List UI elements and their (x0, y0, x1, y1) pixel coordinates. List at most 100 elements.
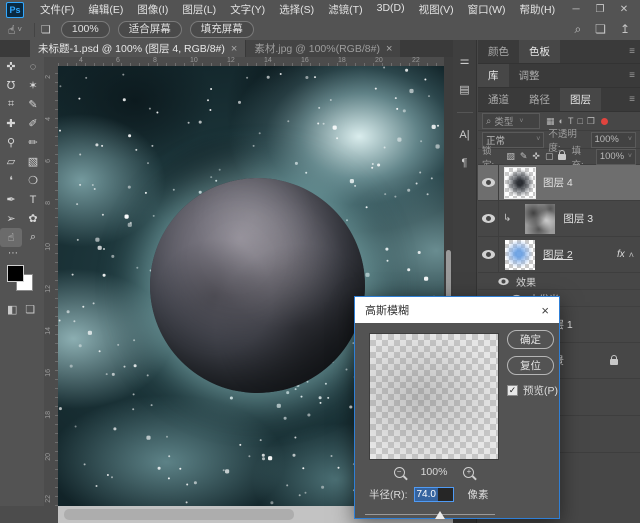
menu-item-0[interactable]: 文件(F) (34, 2, 80, 17)
properties-panel-icon[interactable]: ⚌ (460, 54, 470, 67)
preview-checkbox[interactable]: ✓ (507, 385, 518, 396)
radius-slider[interactable] (365, 511, 495, 519)
eye-icon[interactable] (482, 250, 495, 259)
close-icon[interactable]: × (541, 303, 549, 318)
visibility-cell[interactable] (478, 165, 499, 200)
zoom-out-icon[interactable]: − (394, 467, 405, 478)
info-panel-icon[interactable]: ▤ (459, 83, 469, 96)
panel-menu-icon[interactable]: ≡ (629, 94, 640, 105)
menu-item-3[interactable]: 图层(L) (176, 2, 222, 17)
share-icon[interactable]: ↥ (620, 22, 630, 37)
tab-adjustments[interactable]: 调整 (509, 64, 550, 87)
clone-stamp-tool[interactable]: ⚲ (0, 133, 22, 152)
close-tab-icon[interactable]: × (386, 43, 392, 55)
zoom-in-icon[interactable]: + (463, 467, 474, 478)
lock-all-icon[interactable] (558, 154, 566, 160)
document-tab-untitled[interactable]: 未标题-1.psd @ 100% (图层 4, RGB/8#) × (30, 40, 245, 57)
menu-item-2[interactable]: 图像(I) (131, 2, 174, 17)
eyedropper-tool[interactable]: ✎ (22, 95, 44, 114)
slider-thumb[interactable] (435, 511, 445, 519)
character-panel-icon[interactable]: A| (459, 129, 469, 141)
tab-paths[interactable]: 路径 (519, 88, 560, 111)
quick-mask-icon[interactable]: ◧ (7, 303, 17, 316)
layer-row-图层 3[interactable]: ↳图层 3 (478, 201, 640, 237)
layer-row-图层 4[interactable]: 图层 4 (478, 165, 640, 201)
path-select-tool[interactable]: ➢ (0, 209, 22, 228)
layer-thumbnail[interactable] (525, 204, 555, 234)
visibility-cell[interactable] (478, 237, 499, 272)
lock-position-icon[interactable]: ✜ (532, 151, 540, 162)
layer-filter-type-select[interactable]: ⌕ 类型 ˅ (482, 113, 540, 129)
tab-color[interactable]: 颜色 (478, 40, 519, 63)
menu-item-4[interactable]: 文字(Y) (224, 2, 271, 17)
lasso-tool[interactable]: ℧ (0, 76, 22, 95)
layer-row-图层 2[interactable]: 图层 2 fx ˄ (478, 237, 640, 273)
zoom-100-button[interactable]: 100% (61, 21, 110, 38)
zoom-tool[interactable]: ⌕ (22, 228, 44, 247)
tool-preset-caret-icon[interactable]: ˅ (17, 25, 22, 34)
tab-swatches[interactable]: 色板 (519, 40, 560, 63)
menu-item-7[interactable]: 3D(D) (371, 2, 411, 17)
brush-tool[interactable]: ✐ (22, 114, 44, 133)
horizontal-scrollbar-thumb[interactable] (64, 509, 294, 520)
blur-preview-box[interactable] (369, 333, 499, 460)
type-tool[interactable]: T (22, 190, 44, 209)
magic-wand-tool[interactable]: ✶ (22, 76, 44, 95)
menu-item-1[interactable]: 编辑(E) (82, 2, 129, 17)
effect-row-效果[interactable]: 效果 (478, 273, 640, 290)
foreground-color-swatch[interactable] (7, 265, 24, 282)
menu-item-10[interactable]: 帮助(H) (514, 2, 562, 17)
blur-tool[interactable]: ❛ (0, 171, 22, 190)
screen-mode-icon[interactable]: ❏ (25, 303, 35, 316)
maximize-button[interactable]: ❐ (590, 4, 610, 15)
layer-thumbnail[interactable] (505, 168, 535, 198)
gradient-tool[interactable]: ▧ (22, 152, 44, 171)
paragraph-panel-icon[interactable]: ¶ (462, 157, 468, 169)
menu-item-5[interactable]: 选择(S) (273, 2, 320, 17)
hand-tool[interactable]: ☝ (0, 228, 22, 247)
layer-name[interactable]: 图层 4 (543, 175, 573, 190)
layer-name[interactable]: 图层 3 (563, 211, 593, 226)
dialog-title-bar[interactable]: 高斯模糊 × (355, 297, 559, 323)
scroll-all-windows-icon[interactable]: ❏ (41, 23, 51, 36)
panel-menu-icon[interactable]: ≡ (629, 70, 640, 81)
marquee-tool[interactable]: ◌ (22, 57, 44, 76)
reset-button[interactable]: 复位 (507, 356, 554, 375)
opacity-select[interactable]: 100% ˅ (591, 132, 637, 148)
collapse-effects-icon[interactable]: ˄ (629, 250, 634, 260)
lock-transparent-icon[interactable]: ▨ (506, 151, 515, 162)
ok-button[interactable]: 确定 (507, 330, 554, 349)
layer-name[interactable]: 图层 2 (543, 247, 573, 262)
eye-icon[interactable] (498, 277, 508, 284)
eraser-tool[interactable]: ▱ (0, 152, 22, 171)
workspace-icon[interactable]: ❏ (595, 22, 606, 37)
layer-thumbnail[interactable] (505, 240, 535, 270)
filter-smart-objects-icon[interactable]: ❐ (587, 116, 595, 127)
dodge-tool[interactable]: ❍ (22, 171, 44, 190)
fill-screen-button[interactable]: 填充屏幕 (190, 21, 254, 38)
layer-filtering-toggle[interactable] (601, 118, 608, 125)
document-tab-sucai[interactable]: 素材.jpg @ 100%(RGB/8#) × (245, 40, 400, 57)
menu-item-9[interactable]: 窗口(W) (462, 2, 512, 17)
eye-icon[interactable] (482, 178, 495, 187)
shape-tool[interactable]: ✿ (22, 209, 44, 228)
visibility-cell[interactable] (478, 201, 499, 236)
menu-item-8[interactable]: 视图(V) (413, 2, 460, 17)
pen-tool[interactable]: ✒ (0, 190, 22, 209)
fit-screen-button[interactable]: 适合屏幕 (118, 21, 182, 38)
edit-toolbar-icon[interactable]: ⋯ (0, 247, 44, 259)
panel-menu-icon[interactable]: ≡ (629, 46, 640, 57)
tab-layers[interactable]: 图层 (560, 88, 601, 111)
radius-input[interactable]: 74.0 (414, 487, 454, 502)
close-button[interactable]: ✕ (614, 4, 634, 15)
fx-badge[interactable]: fx (617, 249, 625, 260)
close-tab-icon[interactable]: × (231, 43, 237, 55)
healing-brush-tool[interactable]: ✚ (0, 114, 22, 133)
tab-channels[interactable]: 通道 (478, 88, 519, 111)
crop-tool[interactable]: ⌗ (0, 95, 22, 114)
fill-select[interactable]: 100% ˅ (596, 149, 636, 165)
tab-libraries[interactable]: 库 (478, 64, 509, 87)
lock-artboard-icon[interactable]: ▢ (545, 151, 554, 162)
menu-item-6[interactable]: 滤镜(T) (322, 2, 368, 17)
history-brush-tool[interactable]: ✏ (22, 133, 44, 152)
